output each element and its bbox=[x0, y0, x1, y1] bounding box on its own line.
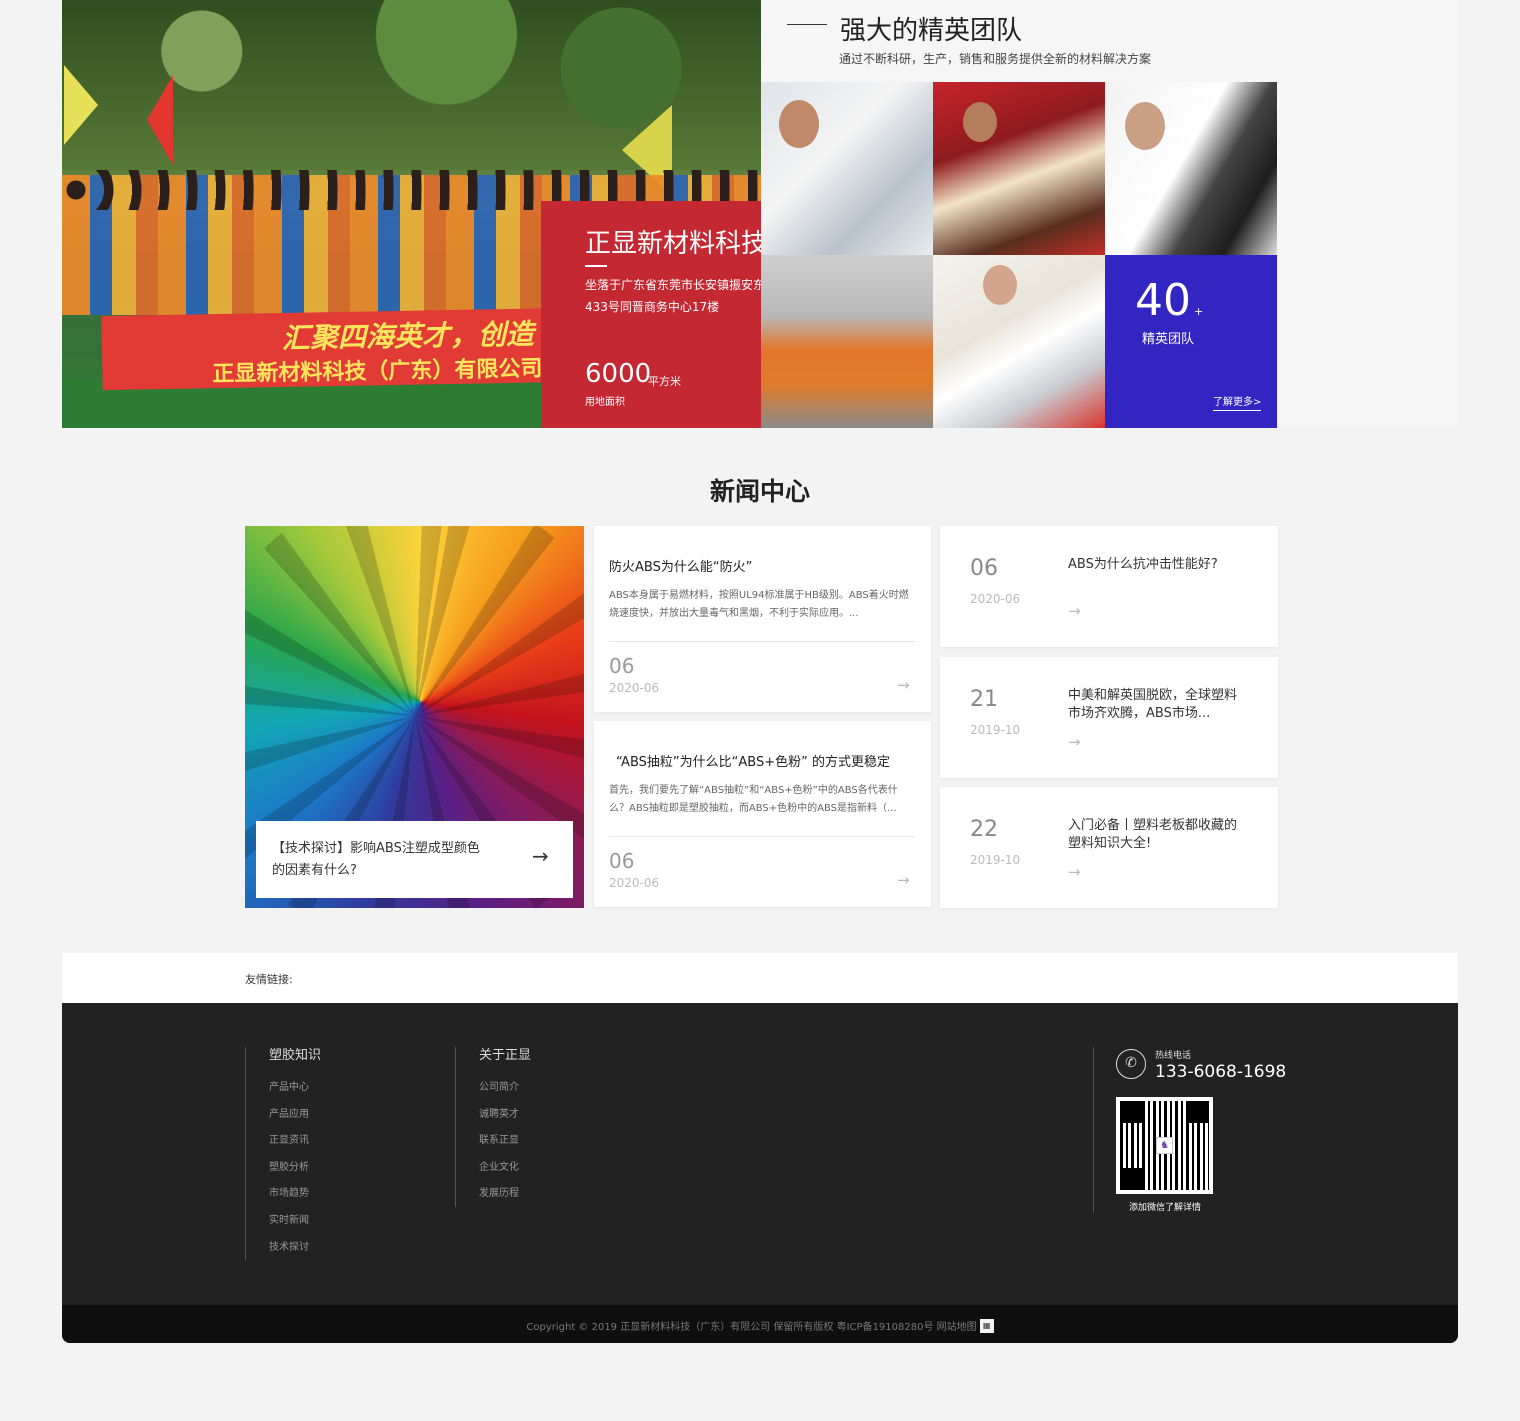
footer: 塑胶知识 产品中心 产品应用 正显资讯 塑胶分析 市场趋势 实时新闻 技术探讨 … bbox=[62, 1003, 1458, 1343]
news-year-month: 2020-06 bbox=[970, 592, 1021, 606]
area-value: 6000 bbox=[585, 359, 652, 389]
learn-more-link[interactable]: 了解更多> bbox=[1213, 393, 1262, 411]
footer-link[interactable]: 正显资讯 bbox=[269, 1134, 321, 1161]
qr-logo-icon: ♞ bbox=[1156, 1137, 1173, 1154]
news-list-item[interactable]: 06 2020-06 ABS为什么抗冲击性能好? → bbox=[940, 526, 1278, 647]
featured-news-card[interactable]: 【技术探讨】影响ABS注塑成型颜色的因素有什么? → bbox=[245, 526, 584, 908]
arrow-right-icon[interactable]: → bbox=[1068, 863, 1081, 881]
footer-link[interactable]: 塑胶分析 bbox=[269, 1161, 321, 1188]
photo-flag bbox=[64, 65, 98, 145]
area-unit: 平方米 bbox=[648, 375, 681, 388]
photo-flag bbox=[147, 75, 173, 165]
featured-news-title[interactable]: 【技术探讨】影响ABS注塑成型颜色的因素有什么? bbox=[272, 838, 492, 882]
news-year-month: 2019-10 bbox=[970, 723, 1021, 737]
hotline-label: 热线电话 bbox=[1155, 1051, 1192, 1061]
area-label: 用地面积 bbox=[585, 397, 625, 408]
news-title[interactable]: ABS为什么抗冲击性能好? bbox=[1068, 556, 1238, 574]
news-list-item[interactable]: 22 2019-10 入门必备丨塑料老板都收藏的塑料知识大全! → bbox=[940, 787, 1278, 908]
footer-link[interactable]: 实时新闻 bbox=[269, 1214, 321, 1241]
arrow-right-icon[interactable]: → bbox=[532, 844, 549, 868]
friend-links-label: 友情链接: bbox=[245, 973, 293, 986]
footer-link[interactable]: 公司简介 bbox=[479, 1081, 531, 1108]
company-name: 正显新材料科技 bbox=[585, 229, 768, 259]
news-year-month: 2020-06 bbox=[609, 681, 660, 695]
divider bbox=[585, 265, 607, 267]
qr-label: 添加微信了解详情 bbox=[1129, 1203, 1202, 1213]
news-list-item[interactable]: 21 2019-10 中美和解英国脱欧，全球塑料市场齐欢腾，ABS市场... → bbox=[940, 657, 1278, 778]
news-day: 06 bbox=[609, 849, 635, 873]
team-count-card: 40 + 精英团队 了解更多> bbox=[1105, 255, 1277, 428]
team-photo-tile bbox=[761, 82, 933, 255]
divider bbox=[609, 836, 915, 837]
friend-links-bar: 友情链接: bbox=[62, 953, 1458, 1003]
featured-news-caption[interactable]: 【技术探讨】影响ABS注塑成型颜色的因素有什么? → bbox=[256, 821, 573, 898]
heading-line bbox=[787, 24, 827, 25]
news-day: 06 bbox=[609, 654, 635, 678]
team-count-value: 40 bbox=[1135, 275, 1191, 326]
footer-link[interactable]: 市场趋势 bbox=[269, 1187, 321, 1214]
news-title[interactable]: 防火ABS为什么能“防火” bbox=[609, 556, 752, 575]
team-title: 强大的精英团队 bbox=[840, 16, 1023, 46]
news-card[interactable]: 防火ABS为什么能“防火” ABS本身属于易燃材料，按照UL94标准属于HB级别… bbox=[594, 526, 931, 712]
qr-code-icon: ♞ bbox=[1116, 1097, 1213, 1194]
news-day: 06 bbox=[970, 556, 998, 581]
news-year-month: 2020-06 bbox=[609, 876, 660, 890]
footer-col-plastics: 塑胶知识 产品中心 产品应用 正显资讯 塑胶分析 市场趋势 实时新闻 技术探讨 bbox=[245, 1047, 321, 1260]
footer-link[interactable]: 联系正显 bbox=[479, 1134, 531, 1161]
news-title[interactable]: 中美和解英国脱欧，全球塑料市场齐欢腾，ABS市场... bbox=[1068, 687, 1238, 723]
team-photo-tile bbox=[933, 82, 1105, 255]
news-excerpt: ABS本身属于易燃材料，按照UL94标准属于HB级别。ABS着火时燃烧速度快，并… bbox=[609, 590, 909, 619]
footer-link[interactable]: 技术探讨 bbox=[269, 1241, 321, 1268]
phone-icon: ✆ bbox=[1116, 1049, 1146, 1079]
news-day: 22 bbox=[970, 817, 998, 842]
footer-link[interactable]: 诚聘英才 bbox=[479, 1108, 531, 1135]
footer-link[interactable]: 企业文化 bbox=[479, 1161, 531, 1188]
copyright-bar: Copyright © 2019 正显新材料科技（广东）有限公司 保留所有版权 … bbox=[62, 1305, 1458, 1343]
news-day: 21 bbox=[970, 687, 998, 712]
arrow-right-icon[interactable]: → bbox=[1068, 602, 1081, 620]
contact-divider bbox=[1093, 1047, 1094, 1213]
photo-banner-line2: 正显新材料科技（广东）有限公司 bbox=[212, 355, 543, 388]
news-title[interactable]: 入门必备丨塑料老板都收藏的塑料知识大全! bbox=[1068, 817, 1238, 853]
footer-col-heading[interactable]: 塑胶知识 bbox=[269, 1047, 321, 1065]
footer-link[interactable]: 发展历程 bbox=[479, 1187, 531, 1214]
arrow-right-icon[interactable]: → bbox=[897, 871, 910, 889]
company-address: 坐落于广东省东莞市长安镇振安东路433号同晋商务中心17楼 bbox=[585, 278, 778, 314]
team-count-label: 精英团队 bbox=[1142, 332, 1195, 347]
hotline-number[interactable]: 133-6068-1698 bbox=[1155, 1062, 1286, 1082]
news-section-title: 新闻中心 bbox=[709, 477, 810, 506]
sitemap-icon[interactable]: ▦ bbox=[979, 1319, 994, 1333]
news-excerpt: 首先，我们要先了解“ABS抽粒”和“ABS+色粉”中的ABS各代表什么？ABS抽… bbox=[609, 785, 898, 814]
copyright-line: Copyright © 2019 正显新材料科技（广东）有限公司 保留所有版权 … bbox=[62, 1318, 1458, 1334]
team-photo-tile bbox=[933, 255, 1105, 428]
footer-col-heading[interactable]: 关于正显 bbox=[479, 1047, 531, 1065]
arrow-right-icon[interactable]: → bbox=[897, 676, 910, 694]
news-card[interactable]: “ABS抽粒”为什么比“ABS+色粉” 的方式更稳定 首先，我们要先了解“ABS… bbox=[594, 721, 931, 907]
news-title[interactable]: “ABS抽粒”为什么比“ABS+色粉” 的方式更稳定 bbox=[616, 751, 890, 770]
copyright-text[interactable]: Copyright © 2019 正显新材料科技（广东）有限公司 保留所有版权 … bbox=[526, 1322, 976, 1333]
team-photo-tile bbox=[1105, 82, 1277, 255]
divider bbox=[609, 641, 915, 642]
team-count-suffix: + bbox=[1194, 305, 1204, 318]
footer-link[interactable]: 产品中心 bbox=[269, 1081, 321, 1108]
footer-link[interactable]: 产品应用 bbox=[269, 1108, 321, 1135]
team-photo-tile bbox=[761, 255, 933, 428]
about-section: 汇聚四海英才，创造 正显新材料科技（广东）有限公司 正显新材料科技 坐落于广东省… bbox=[62, 0, 1458, 428]
arrow-right-icon[interactable]: → bbox=[1068, 733, 1081, 751]
page: 汇聚四海英才，创造 正显新材料科技（广东）有限公司 正显新材料科技 坐落于广东省… bbox=[0, 0, 1520, 1421]
team-subtitle: 通过不断科研，生产，销售和服务提供全新的材料解决方案 bbox=[839, 52, 1152, 66]
footer-col-about: 关于正显 公司简介 诚聘英才 联系正显 企业文化 发展历程 bbox=[455, 1047, 531, 1207]
news-year-month: 2019-10 bbox=[970, 853, 1021, 867]
